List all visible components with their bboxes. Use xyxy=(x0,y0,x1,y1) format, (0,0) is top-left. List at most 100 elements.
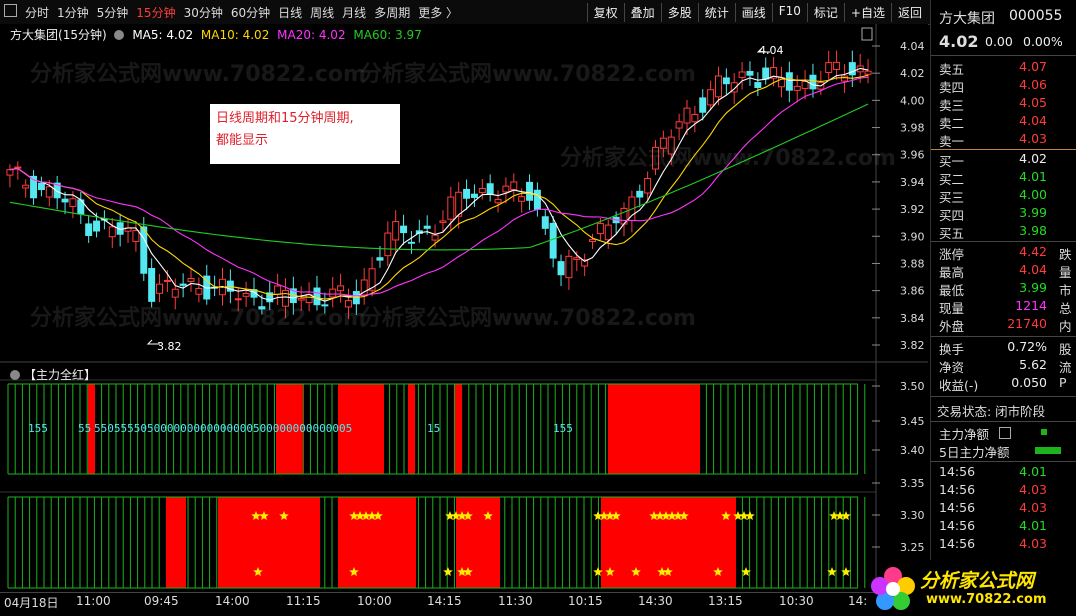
stats-button[interactable]: 统计 xyxy=(697,3,735,22)
candle-body xyxy=(565,255,573,279)
tab-30min[interactable]: 30分钟 xyxy=(184,4,223,21)
divider xyxy=(931,461,1076,462)
stat-extra: 跌 xyxy=(1059,247,1072,262)
bid-price: 4.02 xyxy=(1019,151,1047,166)
chart-title-line: 方大集团(15分钟) MA5: 4.02 MA10: 4.02 MA20: 4.… xyxy=(10,26,422,43)
ask-row[interactable]: 卖三 4.05 xyxy=(937,95,1076,113)
digits-label: 15 xyxy=(427,422,440,435)
candle-body xyxy=(691,113,699,123)
candle-body xyxy=(699,97,707,113)
bid-price: 3.99 xyxy=(1019,205,1047,220)
bid-row[interactable]: 买一 4.02 xyxy=(937,151,1076,169)
flow-row[interactable]: 主力净额 xyxy=(937,424,1076,442)
tab-1min[interactable]: 1分钟 xyxy=(57,4,89,21)
date-tick: 14:15 xyxy=(427,594,462,608)
stat-value: 3.99 xyxy=(1019,280,1047,295)
digits-label: 55 xyxy=(78,422,91,435)
ask-row[interactable]: 卖二 4.04 xyxy=(937,113,1076,131)
stat-value: 4.42 xyxy=(1019,244,1047,259)
candle-body xyxy=(589,239,597,242)
bid-row[interactable]: 买五 3.98 xyxy=(937,223,1076,241)
candle-body xyxy=(864,70,872,75)
tab-multi-period[interactable]: 多周期 xyxy=(374,4,410,21)
tab-more[interactable]: 更多 〉 xyxy=(418,4,458,21)
ask-price: 4.05 xyxy=(1019,95,1047,110)
tab-5min[interactable]: 5分钟 xyxy=(97,4,129,21)
stat-extra: 市 xyxy=(1059,283,1072,298)
digits-label: 550555505000000000000000500000000000005 xyxy=(94,422,352,435)
stat-extra: 内 xyxy=(1059,319,1072,334)
draw-line-button[interactable]: 画线 xyxy=(734,3,772,22)
ask-row[interactable]: 卖四 4.06 xyxy=(937,77,1076,95)
candle-body xyxy=(329,288,337,298)
tick-price: 4.01 xyxy=(1019,518,1047,533)
candle-body xyxy=(557,261,565,276)
bid-price: 4.01 xyxy=(1019,169,1047,184)
ma10-label: MA10: 4.02 xyxy=(200,28,270,42)
tab-daily[interactable]: 日线 xyxy=(278,4,302,21)
candle-body xyxy=(392,221,400,241)
settings-circle-icon[interactable] xyxy=(114,30,125,40)
price-tick-label: 3.82 xyxy=(900,339,925,352)
candle-body xyxy=(793,85,801,91)
tab-fenshi[interactable]: 分时 xyxy=(25,4,49,21)
price-change: 0.00 xyxy=(985,34,1013,49)
candle-body xyxy=(762,67,770,80)
price-tick-label: 4.04 xyxy=(900,40,925,53)
flow-list-icon[interactable] xyxy=(999,427,1011,439)
ask-label: 卖三 xyxy=(939,98,965,113)
ma5-label: MA5: 4.02 xyxy=(132,28,194,42)
collapse-icon[interactable] xyxy=(10,370,20,380)
tick-price: 4.03 xyxy=(1019,482,1047,497)
tab-60min[interactable]: 60分钟 xyxy=(231,4,270,21)
ask-row[interactable]: 卖五 4.07 xyxy=(937,59,1076,77)
fin-row: 换手 0.72% 股 xyxy=(937,339,1076,357)
candle-body xyxy=(171,288,179,298)
candle-body xyxy=(833,61,841,70)
logo-url: www.70822.com xyxy=(926,592,1047,607)
multi-stock-button[interactable]: 多股 xyxy=(660,3,698,22)
period-tabs: 分时 1分钟 5分钟 15分钟 30分钟 60分钟 日线 周线 月线 多周期 更… xyxy=(4,4,458,21)
bid-label: 买四 xyxy=(939,208,965,223)
stat-row: 最高 4.04 量 xyxy=(937,262,1076,280)
candle-body xyxy=(541,216,549,229)
tab-monthly[interactable]: 月线 xyxy=(342,4,366,21)
bid-row[interactable]: 买二 4.01 xyxy=(937,169,1076,187)
f10-button[interactable]: F10 xyxy=(771,3,807,22)
candle-body xyxy=(281,289,289,307)
quote-stock-code: 000055 xyxy=(1009,8,1063,24)
mark-button[interactable]: 标记 xyxy=(806,3,844,22)
date-tick: 10:30 xyxy=(779,594,814,608)
bid-row[interactable]: 买四 3.99 xyxy=(937,205,1076,223)
flower-logo-icon xyxy=(871,567,915,610)
tick-row: 14:56 4.03 xyxy=(937,482,1076,500)
tick-row: 14:56 4.03 xyxy=(937,536,1076,554)
chart-area[interactable]: 4.04 4.02 4.00 3.98 3.96 3.94 3.92 3.90 3.88 3.86… xyxy=(0,24,928,616)
fin-value: 0.050 xyxy=(1011,375,1047,390)
ask-row[interactable]: 卖一 4.03 xyxy=(937,131,1076,149)
back-button[interactable]: 返回 xyxy=(890,3,928,22)
quote-panel: 方大集团 000055 4.02 0.00 0.00% 卖五 4.07 卖四 4.0… xyxy=(930,0,1076,560)
flow-row[interactable]: 5日主力净额 xyxy=(937,442,1076,460)
date-axis: 04月18日 11:00 09:45 14:00 11:15 10:00 14:… xyxy=(0,592,876,611)
tab-weekly[interactable]: 周线 xyxy=(310,4,334,21)
stat-value: 21740 xyxy=(1007,316,1047,331)
tab-15min[interactable]: 15分钟 xyxy=(136,4,175,21)
candle-body xyxy=(652,146,659,170)
fuquan-button[interactable]: 复权 xyxy=(586,3,624,22)
kline-chart-svg[interactable]: 4.04 4.02 4.00 3.98 3.96 3.94 3.92 3.90 3.88 3.86… xyxy=(0,24,928,616)
date-tick: 11:30 xyxy=(498,594,533,608)
ask-price: 4.06 xyxy=(1019,77,1047,92)
candle-body xyxy=(61,198,69,203)
bid-price: 3.98 xyxy=(1019,223,1047,238)
add-watchlist-button[interactable]: +自选 xyxy=(843,3,891,22)
indicator-tick-label: 3.25 xyxy=(900,541,925,554)
quote-stock-name: 方大集团 xyxy=(939,11,995,27)
overlay-button[interactable]: 叠加 xyxy=(623,3,661,22)
candle-body xyxy=(518,196,526,202)
divider xyxy=(931,421,1076,422)
fin-label: 收益(-) xyxy=(939,378,979,393)
grid-icon[interactable] xyxy=(4,4,17,17)
stat-extra: 量 xyxy=(1059,265,1072,280)
bid-row[interactable]: 买三 4.00 xyxy=(937,187,1076,205)
